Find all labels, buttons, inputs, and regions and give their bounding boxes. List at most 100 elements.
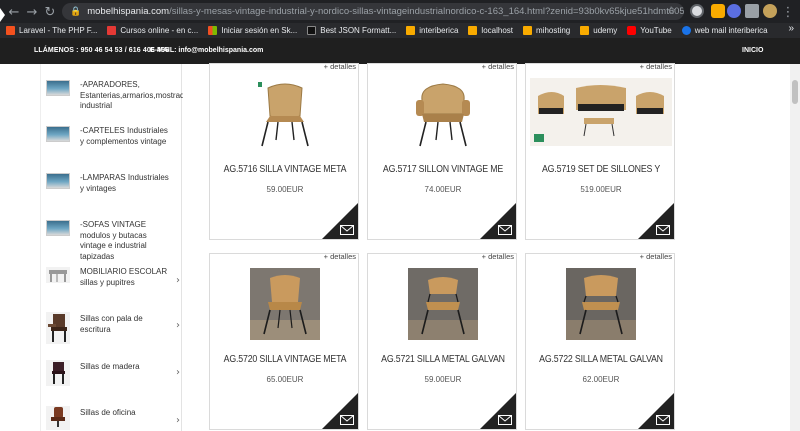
bookmark-item[interactable]: interiberica [406, 26, 458, 35]
reload-icon[interactable]: ↻ [40, 2, 60, 22]
category-label: -LAMPARAS Industriales y vintages [80, 173, 169, 193]
product-image [258, 82, 309, 147]
category-label: -SOFAS VINTAGE modulos y butacas vintage… [80, 220, 147, 261]
bookmark-item[interactable]: Best JSON Formatt... [307, 26, 396, 35]
product-name[interactable]: AG.5720 SILLA VINTAGE META [219, 354, 351, 365]
product-price: 74.00EUR [424, 185, 462, 194]
product-card[interactable]: + detalles AG.5722 SILLA METAL GALVAN 62… [525, 252, 675, 430]
category-label: Sillas de madera [80, 362, 140, 371]
chevron-right-icon[interactable]: › [176, 367, 180, 378]
url-path: /sillas-y-mesas-vintage-industrial-y-nor… [169, 6, 684, 17]
mail-icon[interactable] [340, 225, 354, 235]
profile-icon[interactable] [690, 4, 704, 18]
more-bookmarks-icon[interactable]: » [788, 23, 794, 34]
bookmark-item[interactable]: udemy [580, 26, 617, 35]
category-item[interactable]: -SOFAS VINTAGE modulos y butacas vintage… [46, 220, 182, 264]
globe-icon [681, 26, 691, 35]
product-price: 519.00EUR [580, 185, 622, 194]
email-link[interactable]: E-MAIL: info@mobelhispania.com [150, 47, 263, 54]
product-grid: + detalles AG.5716 SILLA VINTAGE META 59… [183, 62, 790, 431]
json-icon [307, 26, 317, 35]
mail-icon[interactable] [656, 415, 670, 425]
product-name[interactable]: AG.5722 SILLA METAL GALVAN [535, 354, 667, 365]
category-thumbnail [46, 312, 70, 344]
product-name[interactable]: AG.5719 SET DE SILLONES Y [535, 164, 667, 175]
details-link[interactable]: + detalles [324, 252, 356, 261]
product-name[interactable]: AG.5716 SILLA VINTAGE META [219, 164, 351, 175]
product-image [530, 78, 672, 146]
category-item[interactable]: -LAMPARAS Industriales y vintages [46, 173, 182, 213]
product-name[interactable]: AG.5721 SILLA METAL GALVAN [377, 354, 509, 365]
home-link[interactable]: INICIO [742, 47, 763, 54]
category-thumbnail [46, 220, 70, 236]
youtube-icon [627, 26, 637, 35]
category-item[interactable]: -CARTELES Industriales y complementos vi… [46, 126, 182, 170]
product-price: 65.00EUR [266, 375, 304, 384]
product-price: 62.00EUR [582, 375, 620, 384]
folder-icon [406, 26, 416, 35]
category-item[interactable]: -APARADORES, Estanterias,armarios,mostra… [46, 80, 200, 126]
details-link[interactable]: + detalles [640, 62, 672, 71]
site-topbar: LLÁMENOS : 950 46 54 53 / 616 406 466 E-… [0, 38, 800, 64]
product-image [416, 83, 470, 147]
back-icon[interactable]: ← [4, 2, 24, 22]
details-link[interactable]: + detalles [640, 252, 672, 261]
menu-icon[interactable]: ⋮ [778, 2, 798, 22]
category-label: -CARTELES Industriales y complementos vi… [80, 126, 168, 146]
product-price: 59.00EUR [266, 185, 304, 194]
bookmark-item[interactable]: Laravel - The PHP F... [6, 26, 97, 35]
bookmark-label: localhost [481, 26, 513, 35]
product-card[interactable]: + detalles AG.5719 SET DE SILLONES Y 519… [525, 62, 675, 240]
details-link[interactable]: + detalles [324, 62, 356, 71]
folder-icon [468, 26, 478, 35]
bookmark-item[interactable]: web mail interiberica [681, 26, 768, 35]
bookmark-label: interiberica [419, 26, 459, 35]
details-link[interactable]: + detalles [482, 252, 514, 261]
mail-icon[interactable] [340, 415, 354, 425]
category-item[interactable]: Sillas con pala de escritura › [46, 312, 182, 346]
url-host: mobelhispania.com [87, 6, 170, 17]
bookmark-item[interactable]: localhost [468, 26, 513, 35]
puzzle-icon[interactable] [745, 4, 759, 18]
details-link[interactable]: + detalles [482, 62, 514, 71]
scrollbar-thumb[interactable] [792, 80, 798, 104]
product-name[interactable]: AG.5717 SILLON VINTAGE ME [377, 164, 509, 175]
extension-icon[interactable] [711, 4, 725, 18]
category-item[interactable]: Sillas de oficina › [46, 406, 182, 431]
category-label: Sillas con pala de escritura [80, 314, 143, 334]
bookmark-item[interactable]: Cursos online - en c... [107, 26, 198, 35]
laravel-icon [6, 26, 15, 35]
avatar[interactable] [763, 4, 777, 18]
category-item[interactable]: MOBILIARIO ESCOLAR sillas y pupitres › [46, 267, 182, 295]
chevron-right-icon[interactable]: › [176, 320, 180, 331]
bookmark-item[interactable]: mihosting [523, 26, 570, 35]
bookmark-star-icon[interactable]: ☆ [666, 4, 676, 17]
category-item[interactable]: Sillas de madera › [46, 360, 182, 390]
mail-icon[interactable] [656, 225, 670, 235]
category-thumbnail [46, 126, 70, 142]
bookmark-label: web mail interiberica [694, 26, 768, 35]
forward-icon[interactable]: → [22, 2, 42, 22]
product-card[interactable]: + detalles AG.5721 SILLA METAL GALVAN 59… [367, 252, 517, 430]
address-bar[interactable]: 🔒 mobelhispania.com/sillas-y-mesas-vinta… [62, 3, 684, 20]
product-card[interactable]: + detalles AG.5716 SILLA VINTAGE META 59… [209, 62, 359, 240]
product-card[interactable]: + detalles AG.5717 SILLON VINTAGE ME 74.… [367, 62, 517, 240]
chevron-right-icon[interactable]: › [176, 415, 180, 426]
product-card[interactable]: + detalles AG.5720 SILLA VINTAGE META 65… [209, 252, 359, 430]
mail-icon[interactable] [498, 415, 512, 425]
bookmark-item[interactable]: YouTube [627, 26, 672, 35]
mouse-cursor-icon [0, 8, 5, 22]
microsoft-icon [208, 26, 218, 35]
chevron-right-icon[interactable]: › [176, 275, 180, 286]
category-thumbnail [46, 360, 70, 386]
bookmark-label: Cursos online - en c... [120, 26, 199, 35]
product-image [250, 268, 320, 340]
product-price: 59.00EUR [424, 375, 462, 384]
bookmark-item[interactable]: Iniciar sesión en Sk... [208, 26, 297, 35]
extension-icon[interactable] [727, 4, 741, 18]
mail-icon[interactable] [498, 225, 512, 235]
product-image [566, 268, 636, 340]
category-thumbnail [46, 173, 70, 189]
bookmark-label: Best JSON Formatt... [320, 26, 397, 35]
page-scrollbar[interactable] [790, 64, 800, 431]
